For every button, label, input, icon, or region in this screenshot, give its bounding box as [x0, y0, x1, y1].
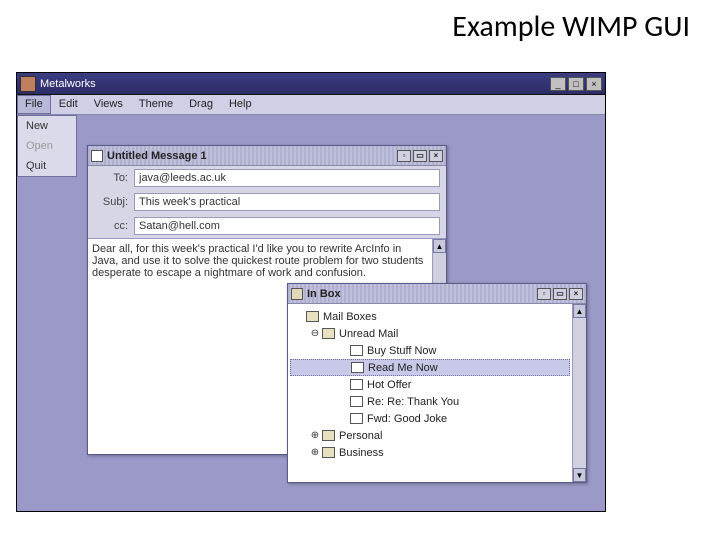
document-icon [350, 413, 363, 424]
file-menu-open[interactable]: Open [18, 136, 76, 156]
tree-item-label: Personal [339, 430, 382, 442]
slide-title: Example WIMP GUI [452, 8, 690, 45]
expander-icon[interactable]: ⊕ [310, 430, 320, 441]
document-icon [91, 150, 103, 162]
tree-item-label: Business [339, 447, 384, 459]
compose-close-button[interactable]: × [429, 150, 443, 162]
file-menu-quit[interactable]: Quit [18, 156, 76, 176]
compose-title: Untitled Message 1 [107, 150, 207, 162]
tree-item-label: Read Me Now [368, 362, 438, 374]
compose-titlebar[interactable]: Untitled Message 1 ▫ ▭ × [88, 146, 446, 166]
cc-label: cc: [94, 220, 128, 232]
tree-item[interactable]: Hot Offer [290, 376, 570, 393]
inbox-title: In Box [307, 288, 341, 300]
tree-folder[interactable]: Mail Boxes [290, 308, 570, 325]
close-button[interactable]: × [586, 77, 602, 91]
tree-item[interactable]: Read Me Now [290, 359, 570, 376]
app-title: Metalworks [40, 78, 548, 90]
inbox-close-button[interactable]: × [569, 288, 583, 300]
scroll-down-icon[interactable]: ▼ [573, 468, 586, 482]
tree-item-label: Fwd: Good Joke [367, 413, 447, 425]
tree-item[interactable]: Fwd: Good Joke [290, 410, 570, 427]
menubar: File Edit Views Theme Drag Help [17, 95, 605, 115]
maximize-button[interactable]: □ [568, 77, 584, 91]
folder-icon [322, 430, 335, 441]
menu-help[interactable]: Help [221, 95, 260, 114]
expander-icon[interactable]: ⊖ [310, 328, 320, 339]
compose-iconify-button[interactable]: ▫ [397, 150, 411, 162]
folder-icon [306, 311, 319, 322]
menu-views[interactable]: Views [86, 95, 131, 114]
to-field[interactable] [134, 169, 440, 187]
tree-item-label: Hot Offer [367, 379, 411, 391]
tree-item-label: Unread Mail [339, 328, 398, 340]
document-icon [351, 362, 364, 373]
tree-item-label: Re: Re: Thank You [367, 396, 459, 408]
inbox-scrollbar[interactable]: ▲ ▼ [572, 304, 586, 482]
app-window: Metalworks _ □ × File Edit Views Theme D… [16, 72, 606, 512]
inbox-iconify-button[interactable]: ▫ [537, 288, 551, 300]
subj-label: Subj: [94, 196, 128, 208]
inbox-window[interactable]: In Box ▫ ▭ × Mail Boxes⊖ Unread Mail Buy S… [287, 283, 587, 483]
scroll-up-icon[interactable]: ▲ [433, 239, 446, 253]
document-icon [350, 396, 363, 407]
tree-item[interactable]: Buy Stuff Now [290, 342, 570, 359]
menu-file[interactable]: File [17, 95, 51, 114]
subj-row: Subj: [88, 190, 446, 214]
compose-max-button[interactable]: ▭ [413, 150, 427, 162]
tree-item-label: Buy Stuff Now [367, 345, 437, 357]
inbox-max-button[interactable]: ▭ [553, 288, 567, 300]
file-menu-new[interactable]: New [18, 116, 76, 136]
to-row: To: [88, 166, 446, 190]
inbox-tree-wrap: Mail Boxes⊖ Unread Mail Buy Stuff Now Read … [288, 304, 586, 482]
folder-icon [322, 447, 335, 458]
inbox-titlebar[interactable]: In Box ▫ ▭ × [288, 284, 586, 304]
tree-folder[interactable]: ⊕ Personal [290, 427, 570, 444]
tree-item[interactable]: Re: Re: Thank You [290, 393, 570, 410]
menu-edit[interactable]: Edit [51, 95, 86, 114]
menu-theme[interactable]: Theme [131, 95, 181, 114]
file-dropdown: New Open Quit [17, 115, 77, 177]
cc-row: cc: [88, 214, 446, 238]
cc-field[interactable] [134, 217, 440, 235]
tree-folder[interactable]: ⊖ Unread Mail [290, 325, 570, 342]
to-label: To: [94, 172, 128, 184]
expander-icon[interactable]: ⊕ [310, 447, 320, 458]
folder-icon [291, 288, 303, 300]
inbox-tree: Mail Boxes⊖ Unread Mail Buy Stuff Now Read … [288, 304, 572, 482]
tree-folder[interactable]: ⊕ Business [290, 444, 570, 461]
menu-drag[interactable]: Drag [181, 95, 221, 114]
document-icon [350, 345, 363, 356]
minimize-button[interactable]: _ [550, 77, 566, 91]
tree-item-label: Mail Boxes [323, 311, 377, 323]
app-icon [20, 76, 36, 92]
subj-field[interactable] [134, 193, 440, 211]
app-titlebar: Metalworks _ □ × [17, 73, 605, 95]
scroll-up-icon[interactable]: ▲ [573, 304, 586, 318]
document-icon [350, 379, 363, 390]
folder-icon [322, 328, 335, 339]
scroll-track[interactable] [573, 318, 586, 468]
